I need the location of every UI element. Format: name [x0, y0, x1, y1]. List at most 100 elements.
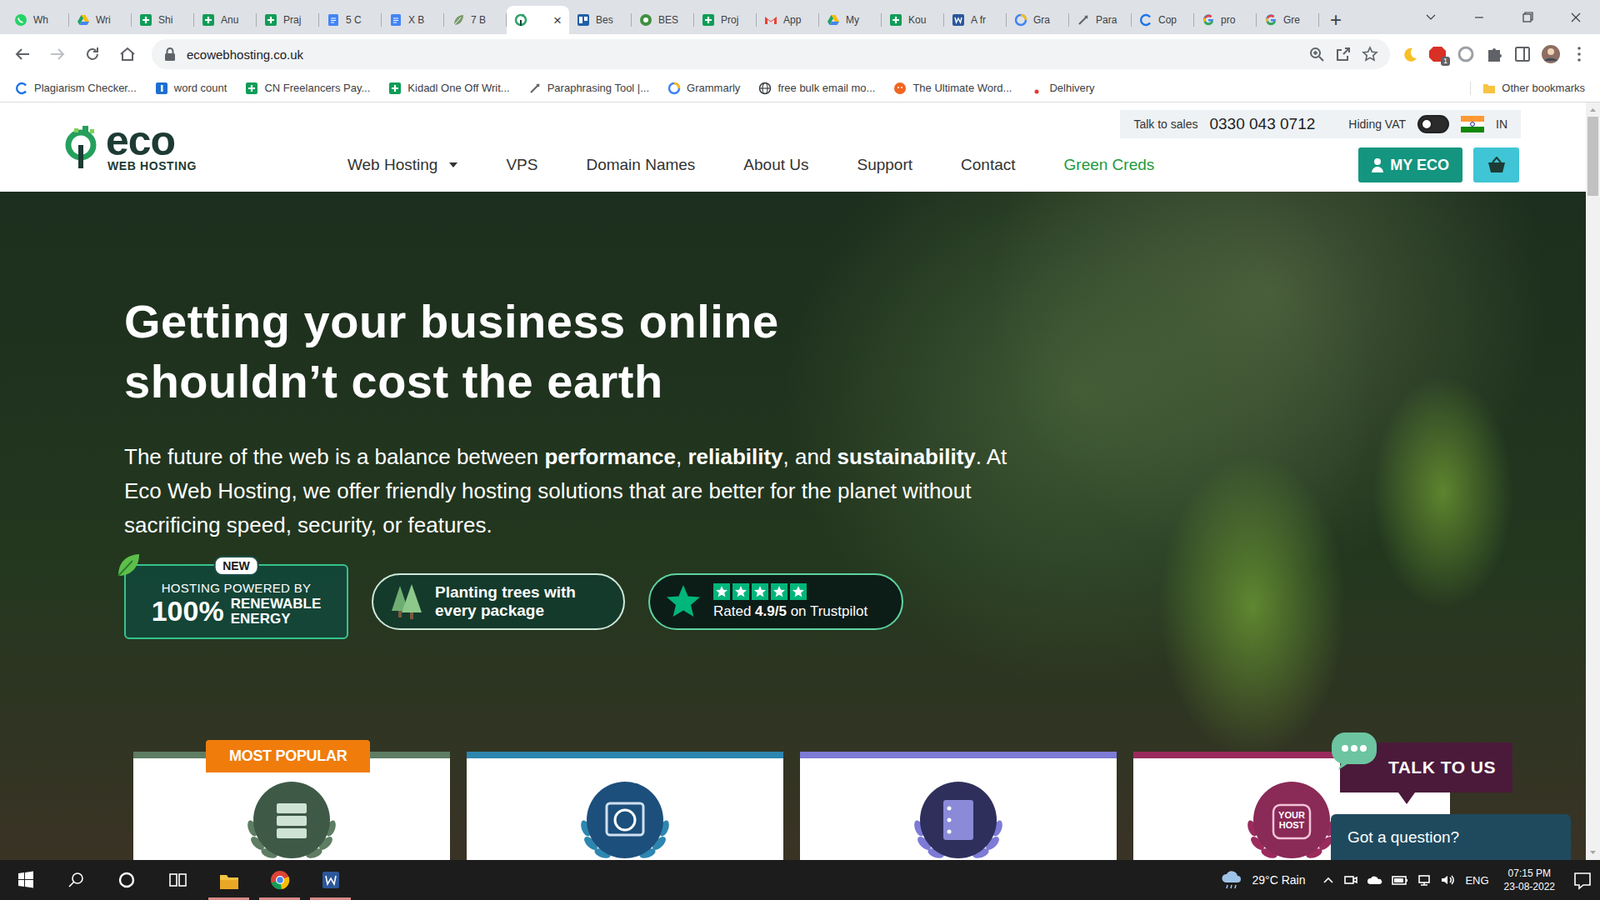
network-icon[interactable] — [1416, 873, 1432, 887]
input-language[interactable]: ENG — [1465, 874, 1489, 887]
tab-label: Gre — [1283, 14, 1300, 26]
search-icon[interactable] — [50, 860, 102, 900]
explorer-taskbar-button[interactable] — [203, 860, 255, 900]
omnibox[interactable]: ecowebhosting.co.uk — [151, 39, 1390, 70]
meet-now-icon[interactable] — [1343, 873, 1359, 887]
nav-item[interactable]: About Us — [743, 155, 809, 175]
chrome-menu-icon[interactable] — [1568, 41, 1590, 67]
side-panel-icon[interactable] — [1511, 41, 1534, 67]
chrome-taskbar-button[interactable] — [254, 860, 305, 900]
scroll-up-icon[interactable] — [1585, 102, 1600, 117]
close-window-icon[interactable] — [1551, 0, 1600, 35]
browser-tab[interactable]: Wri — [69, 5, 132, 35]
browser-tab[interactable]: Praj — [256, 5, 320, 35]
weather-text[interactable]: 29°C Rain — [1251, 873, 1305, 887]
onedrive-icon[interactable] — [1366, 873, 1384, 887]
plan-card[interactable] — [466, 751, 784, 860]
bookmark[interactable]: CN Freelancers Pay... — [245, 81, 370, 95]
task-view-icon[interactable] — [152, 860, 204, 900]
zoom-icon[interactable] — [1308, 45, 1325, 63]
browser-tab[interactable]: × — [506, 5, 570, 35]
browser-tab[interactable]: Wh — [6, 5, 70, 35]
browser-tab[interactable]: Shi — [131, 5, 195, 35]
browser-tab[interactable]: A fr — [944, 5, 1007, 35]
browser-tab[interactable]: pro — [1194, 5, 1257, 35]
nav-item[interactable]: Green Creds — [1064, 155, 1155, 175]
scrollbar-thumb[interactable] — [1587, 116, 1599, 196]
browser-tab[interactable]: Gre — [1256, 5, 1320, 35]
extensions-puzzle-icon[interactable] — [1483, 41, 1505, 67]
nav-item[interactable]: Web Hosting — [347, 155, 458, 175]
home-icon[interactable] — [111, 40, 144, 69]
browser-tab[interactable]: My — [819, 5, 882, 35]
new-tab-button[interactable]: + — [1319, 5, 1353, 35]
share-icon[interactable] — [1335, 45, 1352, 63]
bookmark[interactable]: Paraphrasing Tool |... — [528, 81, 650, 95]
battery-icon[interactable] — [1391, 873, 1409, 887]
dark-mode-extension-icon[interactable] — [1398, 41, 1420, 67]
notifications-icon[interactable] — [1570, 867, 1595, 893]
browser-tab[interactable]: Cop — [1131, 5, 1195, 35]
bookmark[interactable]: Delhivery — [1030, 81, 1095, 95]
browser-tab[interactable]: Gra — [1006, 5, 1070, 35]
nav-item[interactable]: Contact — [960, 155, 1015, 175]
scrollbar[interactable] — [1585, 102, 1600, 860]
bookmark[interactable]: Grammarly — [667, 81, 740, 95]
scroll-down-icon[interactable] — [1585, 845, 1600, 860]
browser-tab[interactable]: 5 C — [319, 5, 382, 35]
my-eco-button[interactable]: MY ECO — [1358, 147, 1463, 183]
volume-icon[interactable] — [1440, 873, 1457, 887]
badge-row: NEWHOSTING POWERED BY100%RENEWABLEENERGY… — [124, 564, 1586, 640]
word-taskbar-button[interactable] — [305, 860, 356, 900]
sheets-icon — [388, 81, 402, 95]
show-hidden-icons-icon[interactable] — [1321, 873, 1335, 887]
bookmark[interactable]: word count — [155, 81, 228, 95]
forward-icon[interactable] — [41, 40, 74, 69]
site-logo[interactable]: ecoWEB HOSTING — [0, 102, 197, 192]
chat-bubble-icon[interactable] — [1330, 730, 1379, 771]
trees-icon — [388, 582, 424, 621]
bookmark[interactable]: Plagiarism Checker... — [15, 81, 137, 95]
other-bookmarks[interactable]: Other bookmarks — [1470, 81, 1585, 95]
trustpilot-badge[interactable]: Rated 4.9/5 on Trustpilot — [648, 573, 904, 630]
close-tab-button[interactable]: × — [553, 13, 562, 28]
browser-tab[interactable]: Anu — [194, 5, 257, 35]
browser-tab[interactable]: Bes — [569, 5, 632, 35]
cortana-icon[interactable] — [101, 860, 153, 900]
bookmark[interactable]: The Ultimate Word... — [893, 81, 1012, 95]
grammar-extension-icon[interactable] — [1455, 41, 1477, 67]
plan-card[interactable]: MOST POPULAR — [133, 751, 450, 860]
india-flag-icon[interactable] — [1460, 115, 1485, 133]
talk-to-us-button[interactable]: TALK TO US — [1340, 742, 1513, 793]
browser-tab[interactable]: App — [756, 5, 820, 35]
browser-tab[interactable]: Proj — [694, 5, 757, 35]
reload-icon[interactable] — [76, 40, 109, 69]
browser-tab[interactable]: BES — [631, 5, 695, 35]
adblock-extension-icon[interactable]: 1 — [1426, 41, 1449, 67]
browser-tab[interactable]: 7 B — [444, 5, 507, 35]
back-icon[interactable] — [6, 40, 39, 69]
restore-icon[interactable] — [1503, 0, 1552, 35]
minimize-icon[interactable] — [1455, 0, 1504, 35]
url-text[interactable]: ecowebhosting.co.uk — [186, 47, 304, 62]
cart-button[interactable] — [1473, 147, 1520, 183]
bookmark[interactable]: Kidadl One Off Writ... — [388, 81, 510, 95]
tab-search-icon[interactable] — [1406, 0, 1455, 35]
chat-prompt[interactable]: Got a question? — [1330, 814, 1571, 860]
browser-tab[interactable]: Kou — [881, 5, 945, 35]
nav-item[interactable]: Support — [857, 155, 914, 175]
bookmark[interactable]: free bulk email mo... — [758, 81, 875, 95]
sales-label: Talk to sales — [1133, 117, 1198, 131]
clock[interactable]: 07:15 PM23-08-2022 — [1497, 866, 1562, 894]
nav-item[interactable]: Domain Names — [585, 155, 695, 175]
browser-tab[interactable]: X B — [381, 5, 445, 35]
nav-item[interactable]: VPS — [505, 155, 538, 175]
profile-avatar-icon[interactable] — [1540, 41, 1562, 67]
bookmark-star-icon[interactable] — [1361, 45, 1379, 63]
country-code[interactable]: IN — [1495, 117, 1508, 131]
browser-tab[interactable]: Para — [1069, 5, 1132, 35]
vat-toggle[interactable] — [1417, 115, 1450, 134]
sales-phone[interactable]: 0330 043 0712 — [1209, 115, 1315, 134]
plan-card[interactable] — [800, 751, 1117, 860]
start-windows-icon[interactable] — [0, 860, 51, 900]
